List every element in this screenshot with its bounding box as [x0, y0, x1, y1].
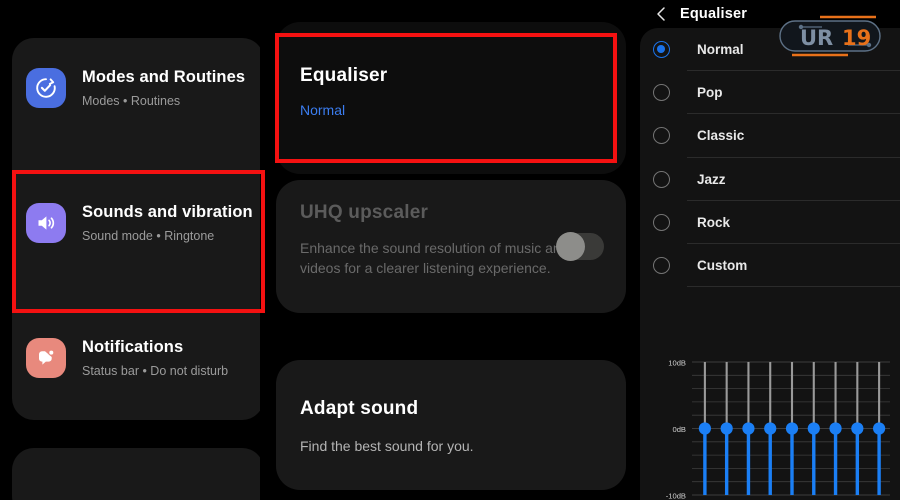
- sidebar-item-text: Notifications Status bar • Do not distur…: [82, 337, 228, 379]
- radio-jazz[interactable]: [653, 170, 670, 188]
- preset-label: Classic: [697, 128, 745, 144]
- sidebar-item-text: Modes and Routines Modes • Routines: [82, 67, 245, 109]
- watermark-text-right: 19: [842, 26, 871, 50]
- preset-label: Custom: [697, 258, 748, 274]
- settings-card: Modes and Routines Modes • Routines Soun…: [12, 38, 260, 420]
- chevron-left-icon[interactable]: [648, 6, 674, 22]
- list-item[interactable]: Classic: [640, 114, 900, 158]
- sidebar-item-sounds-and-vibration[interactable]: Sounds and vibration Sound mode • Ringto…: [12, 173, 260, 273]
- uhq-upscaler-toggle[interactable]: [556, 232, 604, 261]
- sidebar-item-notifications[interactable]: Notifications Status bar • Do not distur…: [12, 308, 260, 408]
- preset-label: Normal: [697, 42, 744, 58]
- watermark-text-left: UR: [800, 26, 833, 50]
- equaliser-band-chart[interactable]: 10dB0dB-10dB631252505001k2k4k8k16k: [640, 340, 900, 500]
- list-item[interactable]: Pop: [640, 71, 900, 115]
- preset-label: Jazz: [697, 171, 726, 187]
- equaliser-preset-list: Normal Pop Classic Jazz Rock Custom 10dB…: [640, 28, 900, 500]
- adapt-sound-title: Adapt sound: [300, 398, 419, 419]
- uhq-upscaler-description: Enhance the sound resolution of music an…: [300, 240, 569, 276]
- settings-left-panel: Modes and Routines Modes • Routines Soun…: [0, 0, 260, 500]
- radio-pop[interactable]: [653, 84, 670, 102]
- svg-text:-10dB: -10dB: [666, 492, 686, 500]
- list-item[interactable]: Custom: [640, 244, 900, 288]
- equaliser-card-value: Normal: [300, 102, 346, 118]
- svg-text:10dB: 10dB: [668, 359, 686, 368]
- list-divider: [687, 286, 900, 288]
- equaliser-header-title: Equaliser: [680, 6, 748, 22]
- sidebar-item-text: Sounds and vibration Sound mode • Ringto…: [82, 202, 253, 244]
- list-item[interactable]: Jazz: [640, 158, 900, 201]
- equaliser-setting-card[interactable]: Equaliser Normal: [276, 22, 626, 174]
- preset-label: Pop: [697, 85, 723, 101]
- radio-rock[interactable]: [653, 213, 670, 231]
- adapt-sound-card[interactable]: Adapt sound Find the best sound for you.: [276, 360, 626, 490]
- sidebar-item-title: Notifications: [82, 338, 184, 356]
- uhq-upscaler-card[interactable]: UHQ upscaler Enhance the sound resolutio…: [276, 180, 626, 313]
- volume-speaker-icon: [26, 203, 66, 243]
- radio-classic[interactable]: [653, 127, 670, 145]
- sidebar-item-title: Sounds and vibration: [82, 203, 253, 221]
- screenshot-root: Modes and Routines Modes • Routines Soun…: [0, 0, 900, 500]
- sidebar-item-subtitle: Sound mode • Ringtone: [82, 229, 215, 243]
- notification-bubble-icon: [26, 338, 66, 378]
- equaliser-card-title: Equaliser: [300, 65, 388, 86]
- settings-card-partial: [12, 448, 260, 500]
- preset-label: Rock: [697, 214, 731, 230]
- adapt-sound-description: Find the best sound for you.: [300, 438, 474, 454]
- radio-normal[interactable]: [653, 41, 670, 59]
- watermark-logo: UR 19: [764, 12, 896, 60]
- sidebar-item-subtitle: Modes • Routines: [82, 94, 181, 108]
- svg-text:0dB: 0dB: [672, 425, 686, 434]
- equaliser-panel: Equaliser Normal Pop Classic Jazz Rock C…: [640, 0, 900, 500]
- sidebar-item-title: Modes and Routines: [82, 68, 246, 86]
- uhq-upscaler-title: UHQ upscaler: [300, 202, 429, 223]
- radio-custom[interactable]: [653, 257, 670, 275]
- list-item[interactable]: Rock: [640, 201, 900, 244]
- toggle-knob: [556, 232, 585, 261]
- sound-settings-panel: Equaliser Normal UHQ upscaler Enhance th…: [260, 0, 640, 500]
- sidebar-item-subtitle: Status bar • Do not disturb: [82, 364, 229, 378]
- sidebar-item-modes-and-routines[interactable]: Modes and Routines Modes • Routines: [12, 38, 260, 138]
- modes-routines-icon: [26, 68, 66, 108]
